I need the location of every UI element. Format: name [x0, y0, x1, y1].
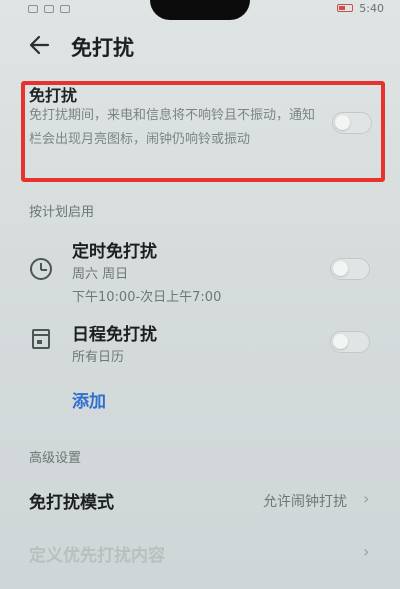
timed-dnd-days: 周六 周日: [72, 267, 129, 282]
dnd-mode-value[interactable]: 允许闹钟打扰: [263, 491, 347, 511]
priority-content-title[interactable]: 定义优先打扰内容: [29, 541, 165, 566]
notification-icon: [44, 5, 54, 13]
notification-icon: [28, 5, 38, 13]
calendar-icon: [32, 329, 50, 349]
toggle-knob: [333, 261, 348, 276]
toggle-knob: [333, 334, 348, 349]
status-time: 5:40: [359, 1, 384, 15]
calendar-dnd-title[interactable]: 日程免打扰: [72, 320, 157, 345]
dnd-toggle[interactable]: [332, 112, 372, 134]
dnd-description: 免打扰期间，来电和信息将不响铃且不振动，通知栏会出现月亮图标，闹钟仍响铃或振动: [29, 108, 316, 147]
settings-screen: 5:40 免打扰 免打扰 免打扰期间，来电和信息将不响铃且不振动，通知栏会出现月…: [0, 0, 400, 589]
battery-icon: [337, 4, 354, 12]
back-arrow-icon[interactable]: [28, 34, 52, 56]
timed-dnd-range: 下午10:00-次日上午7:00: [72, 290, 222, 305]
dnd-mode-title[interactable]: 免打扰模式: [29, 488, 114, 513]
calendar-dnd-subtitle: 所有日历: [72, 350, 125, 365]
timed-dnd-toggle[interactable]: [330, 258, 370, 280]
section-label-schedule: 按计划启用: [29, 205, 95, 220]
section-label-advanced: 高级设置: [29, 451, 82, 466]
status-icons-right: 5:40: [337, 1, 384, 15]
notification-icon: [60, 5, 70, 13]
add-schedule-link[interactable]: 添加: [72, 387, 106, 412]
status-icons-left: [28, 2, 70, 16]
clock-icon: [30, 258, 52, 280]
dnd-title: 免打扰: [29, 86, 78, 105]
camera-notch: [150, 0, 250, 20]
timed-dnd-title[interactable]: 定时免打扰: [72, 237, 157, 262]
chevron-right-icon: ›: [363, 489, 370, 508]
calendar-dnd-toggle[interactable]: [330, 331, 370, 353]
toggle-knob: [335, 115, 350, 130]
page-title: 免打扰: [71, 36, 134, 60]
top-app-bar: 免打扰: [0, 22, 400, 68]
chevron-right-icon: ›: [363, 542, 370, 561]
